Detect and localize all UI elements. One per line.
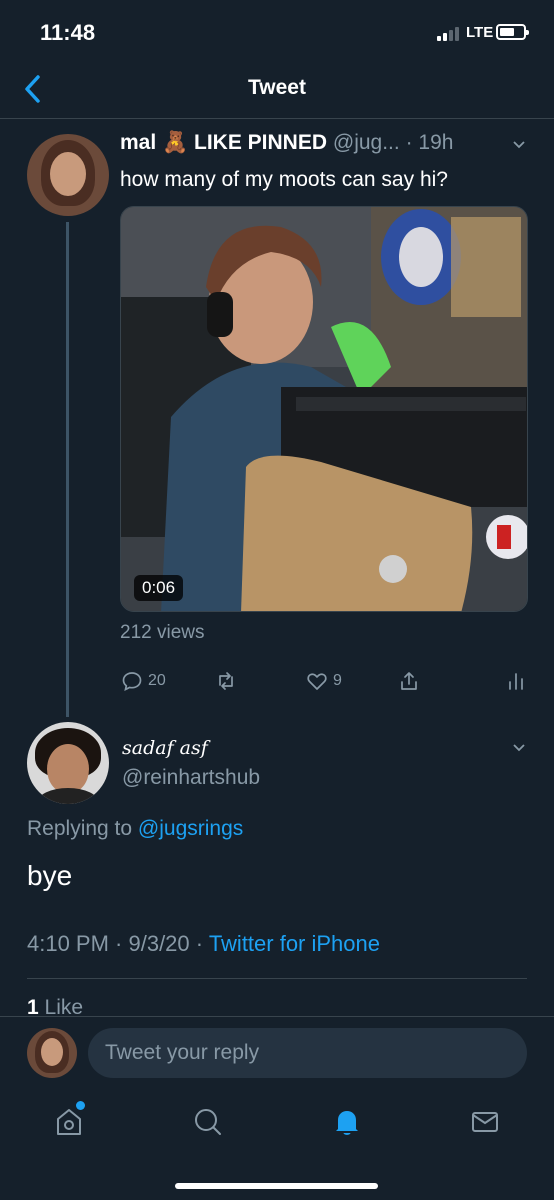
- home-notification-dot: [76, 1101, 85, 1110]
- reply-source-link[interactable]: Twitter for iPhone: [209, 931, 380, 956]
- tab-notifications[interactable]: [330, 1105, 364, 1139]
- comment-icon: [122, 672, 142, 692]
- share-button[interactable]: [398, 668, 420, 694]
- replying-to: Replying to @jugsrings: [27, 817, 243, 841]
- nav-divider: [0, 118, 554, 119]
- likes-label: Like: [38, 996, 84, 1018]
- video-duration-badge: 0:06: [134, 575, 184, 601]
- tab-search[interactable]: [191, 1105, 225, 1139]
- chevron-down-icon: [513, 744, 525, 752]
- tweet-header: mal 🧸 LIKE PINNED @jug... · 19h: [120, 131, 453, 155]
- tweet-author-name[interactable]: mal 🧸 LIKE PINNED: [120, 131, 327, 154]
- heart-icon: [307, 673, 327, 690]
- view-count: 212 views: [120, 622, 205, 643]
- home-icon: [57, 1109, 81, 1135]
- tweet-video[interactable]: [120, 206, 528, 612]
- analytics-icon: [509, 673, 523, 690]
- likes-summary[interactable]: 1 Like: [27, 996, 83, 1018]
- replying-prefix: Replying to: [27, 817, 138, 840]
- network-label: LTE: [466, 24, 494, 41]
- current-user-avatar[interactable]: [27, 1028, 77, 1078]
- thread-line: [66, 222, 69, 717]
- retweet-button[interactable]: [215, 668, 242, 694]
- replying-to-link[interactable]: @jugsrings: [138, 817, 243, 840]
- video-thumbnail: [121, 207, 527, 611]
- status-time: 11:48: [40, 20, 96, 45]
- chevron-down-icon: [513, 141, 525, 149]
- reply-timestamp: 4:10 PM · 9/3/20 ·: [27, 931, 209, 956]
- tweet-text: how many of my moots can say hi?: [120, 168, 448, 191]
- tweet-menu-button[interactable]: [512, 138, 526, 157]
- bell-icon: [336, 1111, 358, 1135]
- retweet-icon: [219, 672, 233, 690]
- signal-icon: [437, 27, 463, 41]
- reply-count: 20: [148, 672, 166, 689]
- tweet-author-avatar[interactable]: [27, 134, 109, 216]
- meta-divider: [27, 978, 527, 979]
- tweet-time: · 19h: [405, 131, 454, 154]
- reply-author-handle[interactable]: @reinhartshub: [122, 766, 260, 790]
- home-indicator: [175, 1183, 378, 1189]
- reply-meta: 4:10 PM · 9/3/20 · Twitter for iPhone: [27, 931, 380, 957]
- tab-home[interactable]: [52, 1105, 86, 1139]
- analytics-button[interactable]: [505, 668, 527, 694]
- like-button[interactable]: 9: [306, 668, 342, 694]
- share-icon: [401, 672, 417, 690]
- battery-icon: [496, 24, 529, 40]
- tweet-author-handle[interactable]: @jug...: [333, 131, 400, 154]
- reply-button[interactable]: 20: [121, 668, 166, 694]
- search-icon: [195, 1109, 221, 1135]
- reply-author-avatar[interactable]: [27, 722, 109, 804]
- like-count: 9: [333, 672, 342, 689]
- reply-text: bye: [27, 860, 73, 891]
- tab-messages[interactable]: [468, 1105, 502, 1139]
- reply-input[interactable]: [88, 1028, 527, 1078]
- mail-icon: [472, 1112, 498, 1132]
- likes-count: 1: [27, 996, 39, 1018]
- reply-author-name[interactable]: sadaf asf: [122, 737, 208, 759]
- reply-menu-button[interactable]: [512, 741, 526, 760]
- page-title: Tweet: [248, 76, 306, 99]
